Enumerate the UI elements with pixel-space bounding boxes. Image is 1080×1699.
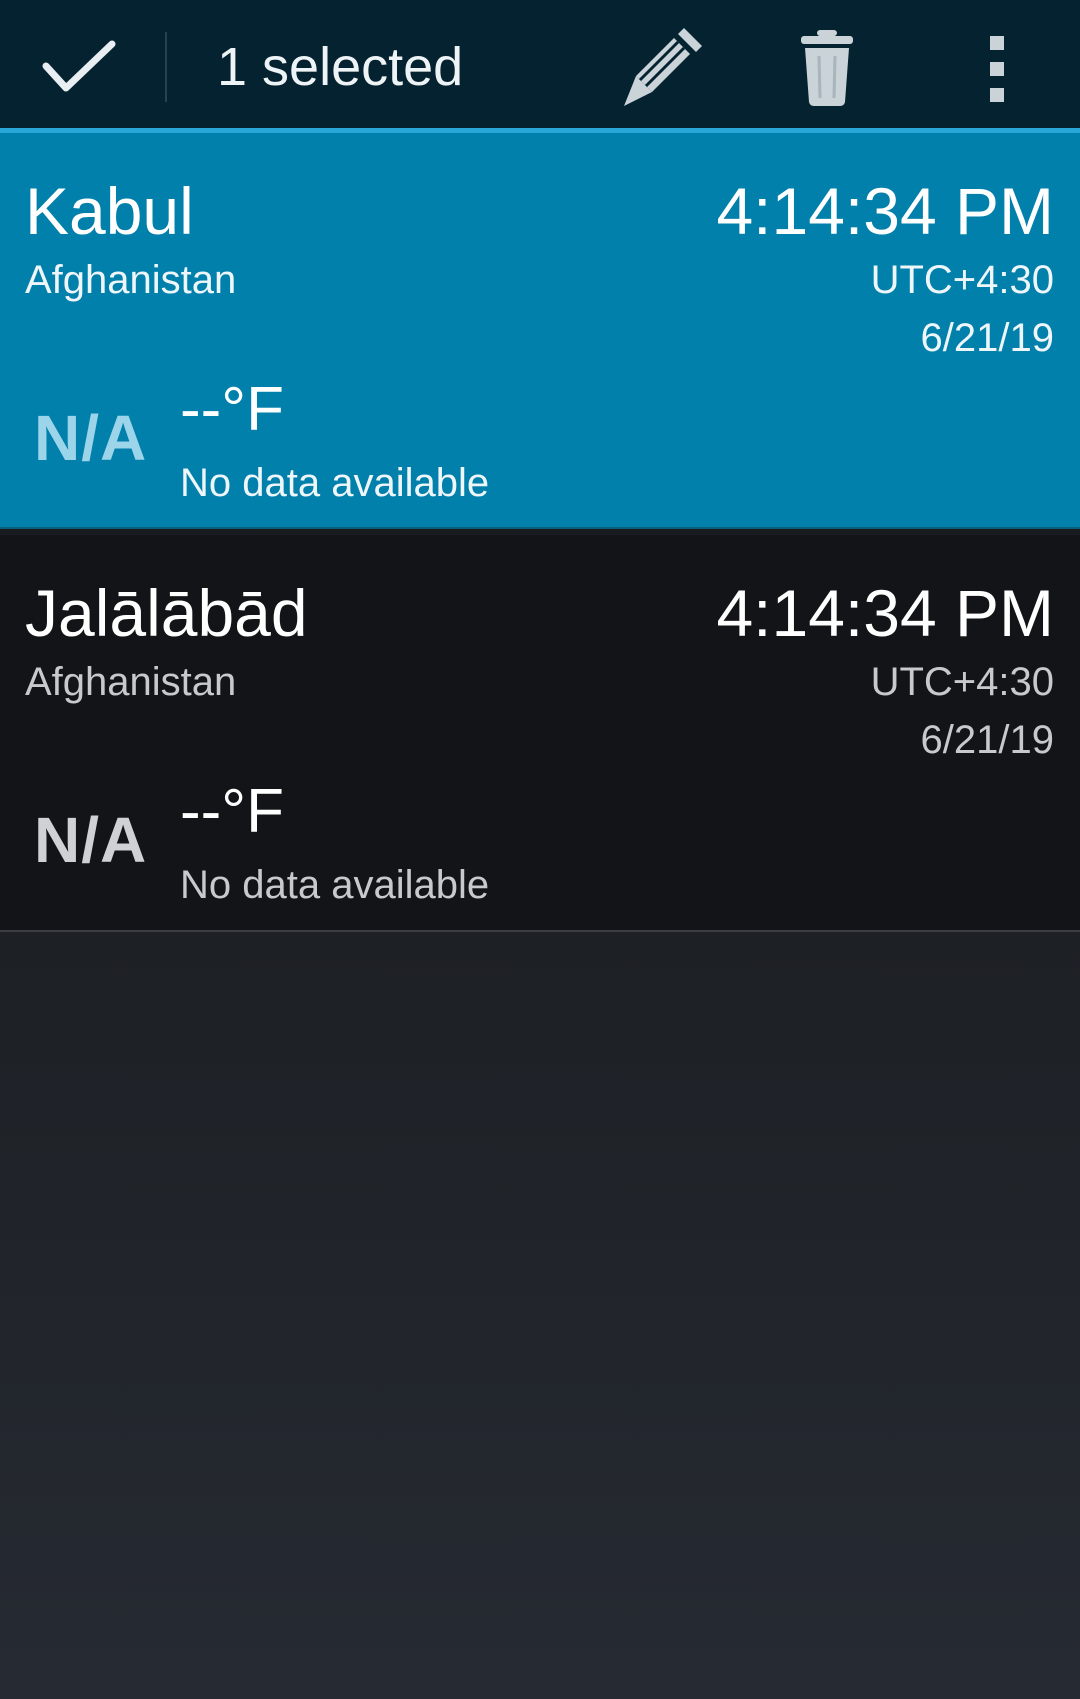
weather-unavailable-icon: N/A [34, 804, 148, 876]
utc-offset: UTC+4:30 [870, 660, 1054, 704]
temperature: --°F [180, 777, 284, 846]
country-name: Afghanistan [25, 258, 237, 302]
temperature: --°F [180, 375, 284, 444]
selection-count: 1 selected [217, 37, 464, 97]
list-item-city[interactable]: Kabul Afghanistan 4:14:34 PM UTC+4:30 6/… [0, 133, 1080, 529]
more-vert-icon[interactable] [980, 28, 1014, 108]
utc-offset: UTC+4:30 [870, 258, 1054, 302]
local-date: 6/21/19 [920, 718, 1054, 762]
local-date: 6/21/19 [920, 316, 1054, 360]
weather-unavailable-icon: N/A [34, 402, 148, 474]
contextual-action-bar: 1 selected [0, 0, 1080, 133]
pencil-icon[interactable] [618, 28, 702, 108]
check-icon[interactable] [40, 36, 120, 98]
weather-condition: No data available [180, 863, 490, 907]
trash-icon[interactable] [795, 28, 859, 108]
action-bar-divider [165, 32, 167, 102]
local-time: 4:14:34 PM [716, 174, 1054, 248]
local-time: 4:14:34 PM [716, 576, 1054, 650]
list-item-city[interactable]: Jalālābād Afghanistan 4:14:34 PM UTC+4:3… [0, 535, 1080, 932]
weather-condition: No data available [180, 461, 490, 505]
city-name: Jalālābād [25, 576, 308, 650]
country-name: Afghanistan [25, 660, 237, 704]
city-name: Kabul [25, 174, 194, 248]
